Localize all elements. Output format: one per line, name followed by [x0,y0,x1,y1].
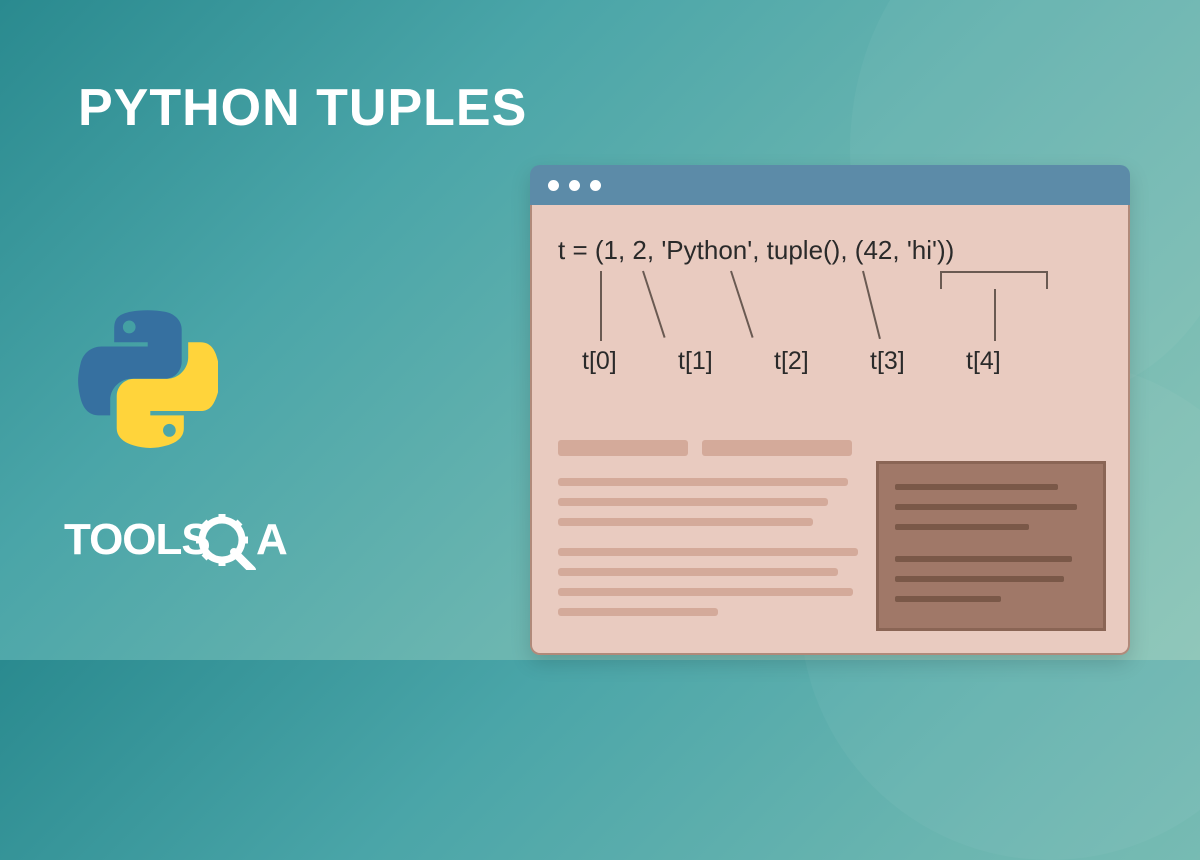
skeleton-line [702,440,852,456]
skeleton-line [558,568,838,576]
skeleton-line [558,518,813,526]
tuple-index: t[3] [870,347,914,376]
connector-line [994,289,996,341]
svg-text:TOOLS: TOOLS [64,515,210,564]
tuple-index: t[0] [582,347,626,376]
tuple-expression: t = (1, 2, 'Python', tuple(), (42, 'hi')… [558,235,1102,266]
tuple-index: t[2] [774,347,818,376]
python-logo-icon [78,310,218,450]
connector-line [642,271,666,338]
skeleton-line [558,498,828,506]
code-panel-line [895,556,1072,562]
code-panel-line [895,524,1029,530]
page-title: PYTHON TUPLES [78,78,527,138]
connector-line [730,271,754,338]
skeleton-line [558,588,853,596]
skeleton-line [558,478,848,486]
skeleton-line [558,608,718,616]
tuple-index: t[4] [966,347,1010,376]
brand-logo: TOOLS A [64,510,364,570]
code-panel-line [895,576,1064,582]
svg-text:A: A [256,515,287,564]
index-row: t[0] t[1] t[2] t[3] t[4] [582,347,1010,376]
code-panel-line [895,504,1077,510]
window-control-dot [569,180,580,191]
bracket-connector [940,271,1048,289]
connector-line [862,271,881,339]
skeleton-block [558,440,868,616]
skeleton-line [558,548,858,556]
connector-line [600,271,602,341]
tuple-index: t[1] [678,347,722,376]
window-control-dot [590,180,601,191]
window-titlebar [530,165,1130,205]
skeleton-line [558,440,688,456]
code-panel-line [895,484,1058,490]
window-control-dot [548,180,559,191]
code-panel-line [895,596,1001,602]
code-window: t = (1, 2, 'Python', tuple(), (42, 'hi')… [530,165,1130,655]
code-panel [876,461,1106,631]
window-body: t = (1, 2, 'Python', tuple(), (42, 'hi')… [530,205,1130,655]
